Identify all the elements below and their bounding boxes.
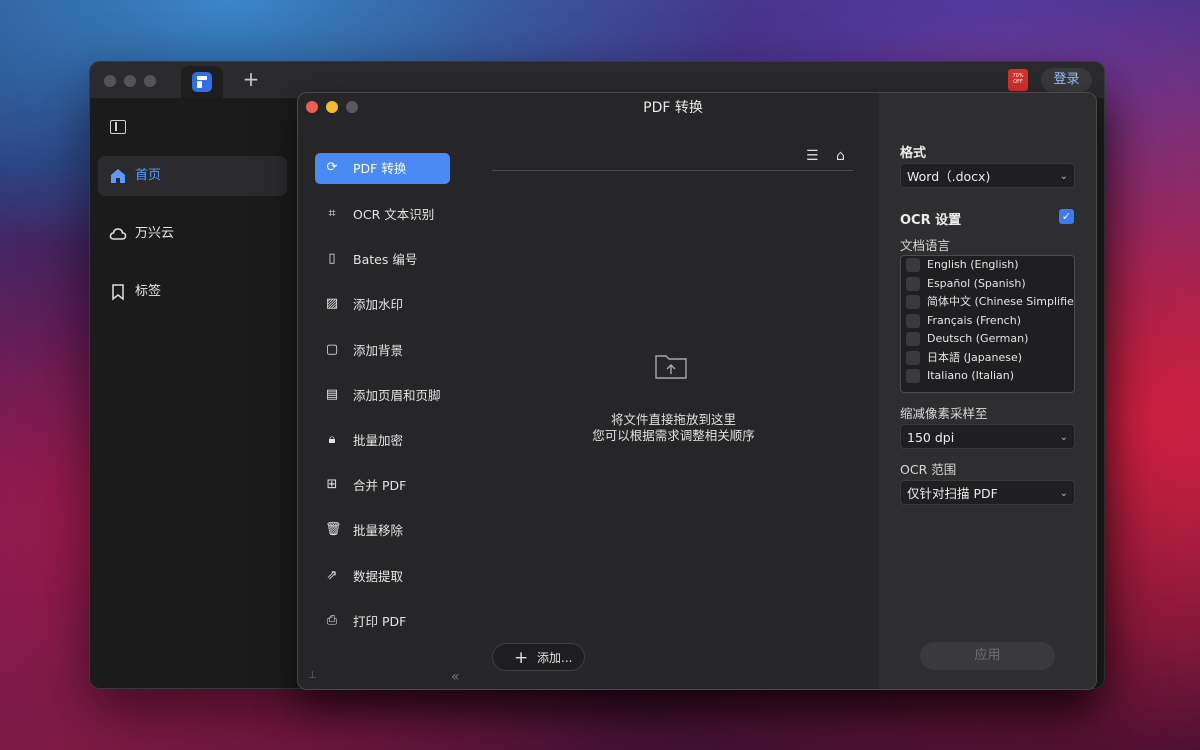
tool-extract[interactable]: ⇗ 数据提取 bbox=[315, 561, 450, 592]
login-button[interactable]: 登录 bbox=[1041, 68, 1092, 92]
ocr-range-value: 仅针对扫描 PDF bbox=[907, 486, 998, 501]
add-files-button[interactable]: + 添加... bbox=[492, 643, 585, 671]
close-window-button[interactable] bbox=[104, 75, 116, 87]
format-heading: 格式 bbox=[900, 146, 927, 161]
ocr-icon: ⌗ bbox=[328, 206, 336, 221]
list-view-icon[interactable]: ☰ bbox=[806, 149, 820, 163]
language-label: 日本語 (Japanese) bbox=[927, 350, 1023, 364]
language-checkbox[interactable] bbox=[906, 295, 920, 309]
print-icon: ⎙ bbox=[326, 613, 338, 628]
toolbar-divider bbox=[492, 170, 853, 171]
tool-label: 数据提取 bbox=[353, 569, 404, 584]
language-label: English (English) bbox=[927, 258, 1019, 271]
language-label: Français (French) bbox=[927, 313, 1021, 327]
downsample-value: 150 dpi bbox=[907, 430, 955, 445]
tool-label: 添加背景 bbox=[353, 343, 404, 358]
chevron-down-icon: ⌄ bbox=[1059, 432, 1068, 443]
language-label: 简体中文 (Chinese Simplified) bbox=[927, 295, 1075, 308]
language-label: Español (Spanish) bbox=[927, 276, 1026, 290]
pin-icon[interactable]: ⊥ bbox=[308, 670, 317, 681]
tool-label: 批量移除 bbox=[353, 523, 404, 538]
app-logo-icon bbox=[192, 72, 212, 92]
convert-icon: ⟳ bbox=[326, 160, 338, 175]
tool-watermark[interactable]: ▨ 添加水印 bbox=[315, 289, 450, 320]
language-checkbox[interactable] bbox=[906, 276, 920, 291]
cloud-icon bbox=[109, 228, 127, 240]
language-checkbox[interactable] bbox=[906, 258, 920, 272]
promo-gift-icon[interactable]: 70% OFF bbox=[1008, 69, 1028, 91]
tool-remove[interactable]: 🗑︎ 批量移除 bbox=[315, 515, 450, 546]
sidebar-item-label: 标签 bbox=[135, 284, 162, 299]
downsample-select[interactable]: 150 dpi ⌄ bbox=[900, 424, 1075, 449]
tool-bates[interactable]: ▯ Bates 编号 bbox=[315, 244, 450, 275]
tool-label: 添加页眉和页脚 bbox=[353, 388, 441, 403]
file-drop-zone[interactable]: ☰ ⌂ 将文件直接拖放到这里 您可以根据需求调整相关顺序 + 添加... bbox=[468, 123, 879, 689]
ocr-range-select[interactable]: 仅针对扫描 PDF ⌄ bbox=[900, 480, 1075, 505]
folder-upload-icon bbox=[655, 355, 687, 379]
watermark-icon: ▨ bbox=[325, 296, 339, 311]
pdf-convert-dialog: PDF 转换 ⟳ PDF 转换 ⌗ OCR 文本识别 ▯ Bates 编号 ▨ … bbox=[297, 92, 1097, 690]
doc-language-label: 文档语言 bbox=[900, 238, 951, 253]
apply-button[interactable]: 应用 bbox=[920, 642, 1055, 670]
minimize-window-button[interactable] bbox=[124, 75, 136, 87]
tool-label: 批量加密 bbox=[353, 433, 404, 448]
sidebar-item-label: 万兴云 bbox=[135, 226, 175, 241]
language-label: Deutsch (German) bbox=[927, 332, 1029, 345]
header-footer-icon: ▤ bbox=[325, 387, 339, 402]
background-icon: ▢ bbox=[325, 342, 339, 357]
tool-label: 添加水印 bbox=[353, 297, 404, 312]
settings-panel: 格式 Word（.docx) ⌄ OCR 设置 ✓ 文档语言 English (… bbox=[879, 93, 1096, 689]
downsample-label: 缩减像素采样至 bbox=[900, 406, 988, 421]
merge-icon: ⊞ bbox=[326, 477, 338, 492]
ocr-heading: OCR 设置 bbox=[900, 213, 962, 228]
lock-icon: 🔒︎ bbox=[328, 432, 336, 447]
tool-label: 合并 PDF bbox=[353, 478, 407, 493]
tool-label: OCR 文本识别 bbox=[353, 207, 435, 222]
tool-background[interactable]: ▢ 添加背景 bbox=[315, 335, 450, 366]
add-files-label: 添加... bbox=[537, 651, 573, 665]
language-label: Italiano (Italian) bbox=[927, 369, 1015, 382]
bates-icon: ▯ bbox=[328, 251, 336, 266]
tool-list: ⟳ PDF 转换 ⌗ OCR 文本识别 ▯ Bates 编号 ▨ 添加水印 ▢ … bbox=[298, 123, 468, 689]
new-tab-button[interactable]: + bbox=[241, 69, 261, 89]
chevron-down-icon: ⌄ bbox=[1059, 171, 1068, 182]
language-checkbox[interactable] bbox=[906, 313, 920, 328]
tool-label: PDF 转换 bbox=[353, 161, 407, 176]
tool-label: 打印 PDF bbox=[353, 614, 407, 629]
tool-header-footer[interactable]: ▤ 添加页眉和页脚 bbox=[315, 380, 450, 411]
tool-label: Bates 编号 bbox=[353, 252, 418, 267]
tool-ocr[interactable]: ⌗ OCR 文本识别 bbox=[315, 199, 450, 230]
plus-icon: + bbox=[514, 648, 529, 668]
language-list[interactable]: English (English) Español (Spanish) 简体中文… bbox=[900, 255, 1075, 393]
tool-merge[interactable]: ⊞ 合并 PDF bbox=[315, 470, 450, 501]
home-tab[interactable] bbox=[181, 66, 223, 98]
sidebar-item-home[interactable]: 首页 bbox=[98, 156, 287, 196]
tool-encrypt[interactable]: 🔒︎ 批量加密 bbox=[315, 425, 450, 456]
format-value: Word（.docx) bbox=[907, 169, 991, 184]
sidebar-item-bookmarks[interactable]: 标签 bbox=[98, 272, 287, 312]
zoom-window-button[interactable] bbox=[144, 75, 156, 87]
language-checkbox[interactable] bbox=[906, 369, 920, 383]
tool-print[interactable]: ⎙ 打印 PDF bbox=[315, 606, 450, 637]
sidebar-collapse-icon[interactable] bbox=[110, 120, 126, 134]
collapse-chevron-icon[interactable]: « bbox=[451, 669, 460, 685]
language-checkbox[interactable] bbox=[906, 332, 920, 346]
chevron-down-icon: ⌄ bbox=[1059, 488, 1068, 499]
bookmark-icon bbox=[112, 284, 124, 301]
tool-pdf-convert[interactable]: ⟳ PDF 转换 bbox=[315, 153, 450, 184]
extract-icon: ⇗ bbox=[326, 568, 338, 583]
trash-icon: 🗑︎ bbox=[325, 522, 342, 537]
drop-hint-secondary: 您可以根据需求调整相关顺序 bbox=[592, 428, 755, 443]
format-select[interactable]: Word（.docx) ⌄ bbox=[900, 163, 1075, 188]
clear-list-icon[interactable]: ⌂ bbox=[836, 148, 852, 164]
ocr-enable-checkbox[interactable]: ✓ bbox=[1059, 209, 1074, 224]
ocr-range-label: OCR 范围 bbox=[900, 462, 957, 477]
app-sidebar: 首页 万兴云 标签 bbox=[90, 98, 297, 688]
language-checkbox[interactable] bbox=[906, 350, 920, 365]
sidebar-item-cloud[interactable]: 万兴云 bbox=[98, 214, 287, 254]
home-icon bbox=[111, 169, 125, 183]
sidebar-item-label: 首页 bbox=[135, 168, 162, 183]
promo-text: 70% OFF bbox=[1012, 73, 1024, 85]
